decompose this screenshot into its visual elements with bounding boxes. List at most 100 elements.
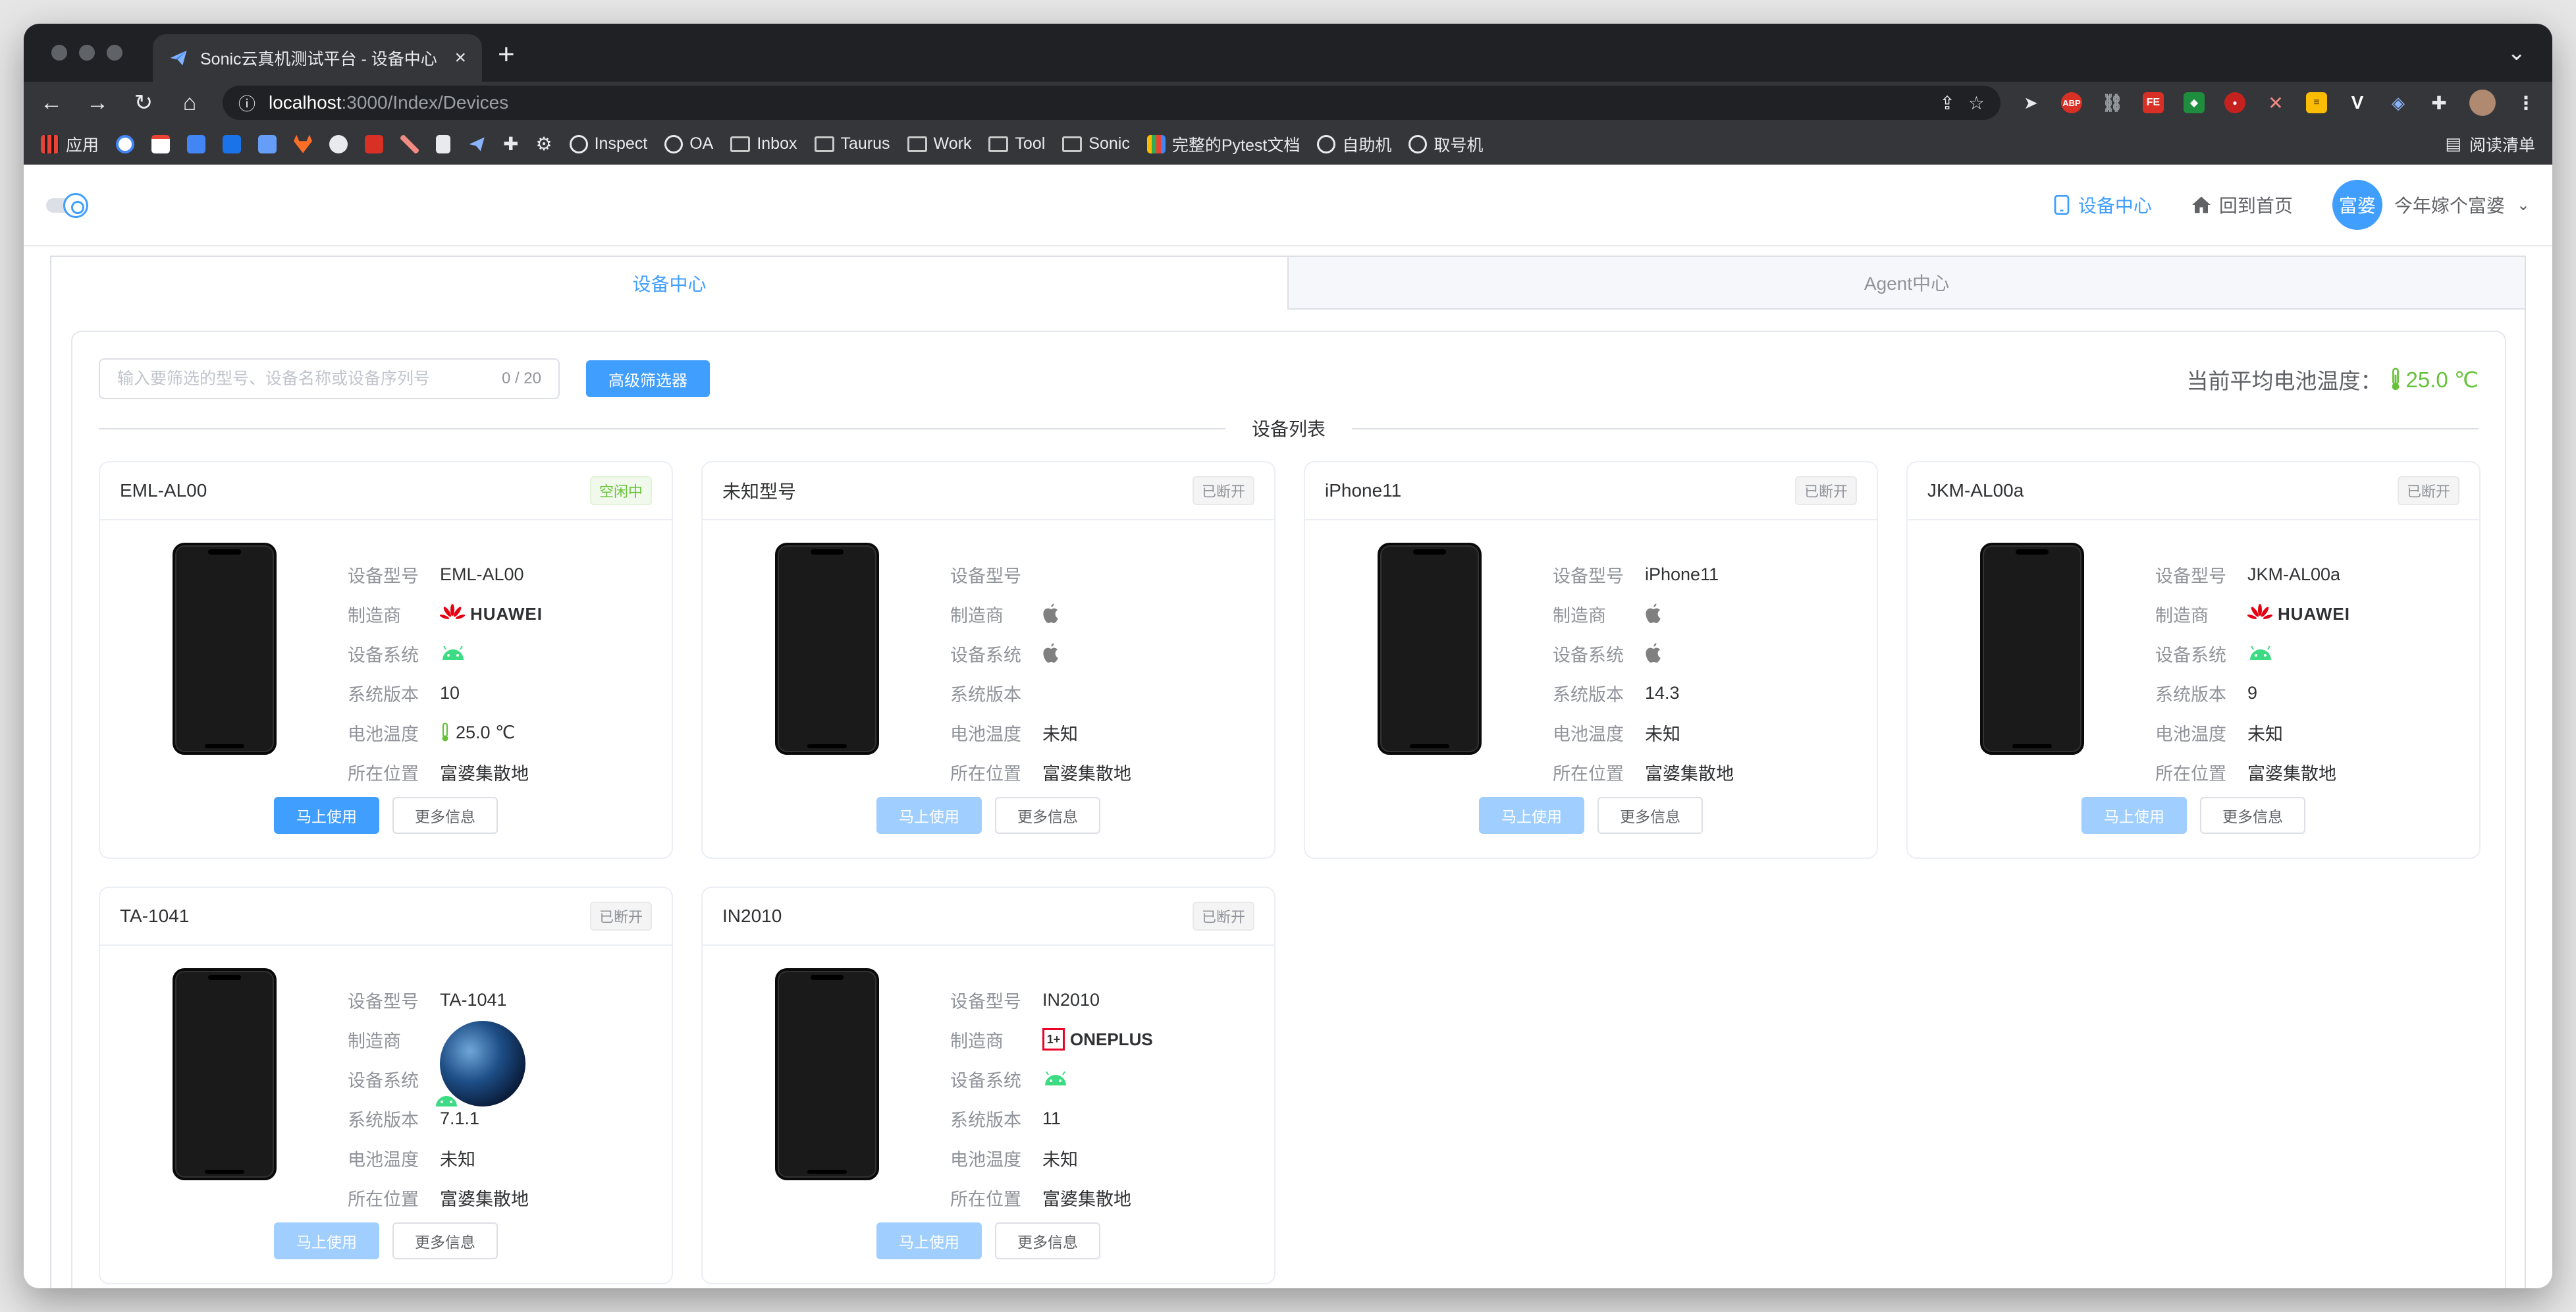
device-card: JKM-AL00a 已断开 设备型号 JKM-AL00a 制造商 HUAWEI bbox=[1906, 461, 2481, 859]
chevron-down-icon: ⌄ bbox=[2516, 196, 2530, 214]
site-info-icon[interactable]: ⓘ bbox=[238, 91, 255, 115]
info-value: 富婆集散地 bbox=[1042, 1189, 1131, 1209]
info-key: 系统版本 bbox=[348, 684, 419, 705]
search-input[interactable] bbox=[117, 369, 502, 389]
puzzle-extensions-icon[interactable]: ✚ bbox=[2428, 92, 2450, 113]
bookmark-gitlab[interactable] bbox=[294, 134, 313, 153]
info-row-os: 设备系统 bbox=[950, 634, 1131, 673]
device-card: IN2010 已断开 设备型号 IN2010 制造商 1+ ONEPLUS 设备… bbox=[701, 887, 1275, 1284]
bookmark-self-service[interactable]: 自助机 bbox=[1317, 132, 1391, 156]
bookmark-doc[interactable] bbox=[436, 134, 451, 153]
bookmark-settings[interactable]: ⚙ bbox=[535, 133, 552, 155]
bookmark-plane[interactable] bbox=[468, 135, 486, 153]
use-now-button[interactable]: 马上使用 bbox=[274, 797, 379, 834]
tab-agent-center[interactable]: Agent中心 bbox=[1289, 257, 2525, 310]
reload-icon[interactable]: ↻ bbox=[130, 90, 157, 116]
use-now-button[interactable]: 马上使用 bbox=[876, 797, 982, 834]
user-menu[interactable]: 富婆 今年嫁个富婆 ⌄ bbox=[2332, 180, 2530, 230]
info-key: 电池温度 bbox=[2155, 724, 2226, 744]
close-window-icon[interactable] bbox=[51, 45, 67, 61]
info-key: 设备系统 bbox=[950, 1070, 1021, 1091]
bookmark-puzzle[interactable]: ✚ bbox=[503, 133, 518, 155]
use-now-button[interactable]: 马上使用 bbox=[876, 1222, 982, 1259]
bookmark-google[interactable] bbox=[116, 134, 135, 153]
info-row-os: 设备系统 bbox=[1553, 634, 1734, 673]
window-controls[interactable] bbox=[51, 45, 122, 61]
info-row-location: 所在位置 富婆集散地 bbox=[348, 752, 543, 792]
more-info-button[interactable]: 更多信息 bbox=[392, 1222, 498, 1259]
nav-back-home[interactable]: 回到首页 bbox=[2191, 192, 2293, 218]
bookmark-apps[interactable]: 应用 bbox=[41, 132, 99, 156]
nav-device-center[interactable]: 设备中心 bbox=[2053, 192, 2152, 218]
advanced-filter-button[interactable]: 高级筛选器 bbox=[586, 360, 710, 397]
thermometer-icon bbox=[2392, 368, 2399, 391]
bookmark-docs[interactable] bbox=[258, 134, 277, 153]
tab-device-center[interactable]: 设备中心 bbox=[51, 257, 1289, 310]
tab-search-chevron-icon[interactable]: ⌄ bbox=[2508, 40, 2527, 66]
bookmark-gmail[interactable] bbox=[151, 134, 171, 153]
avg-temp-label: 当前平均电池温度： bbox=[2186, 369, 2382, 393]
use-now-button[interactable]: 马上使用 bbox=[2081, 797, 2187, 834]
more-info-button[interactable]: 更多信息 bbox=[392, 797, 498, 834]
more-info-button[interactable]: 更多信息 bbox=[2200, 797, 2305, 834]
shield-extension-icon[interactable]: ◆ bbox=[2184, 92, 2205, 113]
record-extension-icon[interactable]: ● bbox=[2224, 92, 2245, 113]
minimize-window-icon[interactable] bbox=[79, 45, 95, 61]
note-extension-icon[interactable]: ≡ bbox=[2306, 92, 2327, 113]
more-info-button[interactable]: 更多信息 bbox=[995, 797, 1100, 834]
use-now-button[interactable]: 马上使用 bbox=[1479, 797, 1584, 834]
forward-icon[interactable]: → bbox=[84, 90, 111, 116]
new-tab-icon[interactable]: + bbox=[498, 38, 515, 71]
bookmark-photos[interactable] bbox=[187, 134, 206, 153]
profile-avatar[interactable] bbox=[2469, 90, 2496, 116]
more-info-button[interactable]: 更多信息 bbox=[995, 1222, 1100, 1259]
bookmark-take-number[interactable]: 取号机 bbox=[1409, 132, 1483, 156]
bookmark-g[interactable] bbox=[365, 134, 384, 153]
bookmark-work[interactable]: Work bbox=[907, 134, 971, 153]
cursor-extension-icon[interactable]: ➤ bbox=[2020, 92, 2041, 113]
reading-list[interactable]: ▤ 阅读清单 bbox=[2445, 132, 2535, 156]
user-avatar[interactable]: 富婆 bbox=[2332, 180, 2382, 230]
document-icon bbox=[436, 134, 451, 153]
theme-toggle-switch[interactable] bbox=[46, 193, 92, 218]
bookmark-tools[interactable] bbox=[400, 134, 419, 153]
bookmark-github[interactable] bbox=[329, 134, 348, 153]
bookmark-oa[interactable]: OA bbox=[664, 134, 713, 153]
use-now-button[interactable]: 马上使用 bbox=[274, 1222, 379, 1259]
maximize-window-icon[interactable] bbox=[107, 45, 122, 61]
gem-extension-icon[interactable]: ◈ bbox=[2388, 92, 2409, 113]
status-badge: 空闲中 bbox=[589, 476, 652, 505]
fe-extension-icon[interactable]: FE bbox=[2143, 92, 2164, 113]
bookmark-sonic[interactable]: Sonic bbox=[1062, 134, 1130, 153]
apple-icon bbox=[1043, 643, 1058, 663]
home-icon[interactable]: ⌂ bbox=[176, 90, 203, 116]
huawei-logo: HUAWEI bbox=[2247, 604, 2350, 624]
link-extension-icon[interactable]: ⛓ bbox=[2102, 92, 2124, 113]
vue-extension-icon[interactable]: V bbox=[2347, 92, 2368, 113]
share-icon[interactable]: ⇪ bbox=[1939, 92, 1954, 114]
bookmark-pytest[interactable]: 完整的Pytest文档 bbox=[1146, 132, 1300, 156]
close-tab-icon[interactable]: × bbox=[454, 47, 466, 69]
bookmark-translate[interactable] bbox=[223, 134, 242, 153]
tools-extension-icon[interactable]: ✕ bbox=[2265, 92, 2286, 113]
more-info-button[interactable]: 更多信息 bbox=[1597, 797, 1703, 834]
card-header: iPhone11 已断开 bbox=[1305, 462, 1877, 520]
header-nav: 设备中心 回到首页 富婆 今年嫁个富婆 ⌄ bbox=[2053, 180, 2530, 230]
info-value: 14.3 bbox=[1645, 682, 1680, 703]
bookmark-star-icon[interactable]: ☆ bbox=[1968, 92, 1985, 114]
info-key: 系统版本 bbox=[950, 684, 1021, 705]
bookmark-tool[interactable]: Tool bbox=[988, 134, 1045, 153]
bookmark-taurus[interactable]: Taurus bbox=[814, 134, 890, 153]
device-name: JKM-AL00a bbox=[1927, 480, 2024, 501]
search-field[interactable]: 0 / 20 bbox=[99, 358, 560, 399]
adblock-extension-icon[interactable]: ABP bbox=[2061, 92, 2082, 113]
camera-icon bbox=[187, 134, 206, 153]
oneplus-box-icon: 1+ bbox=[1042, 1028, 1065, 1051]
address-bar[interactable]: ⓘ localhost:3000/Index/Devices ⇪ ☆ bbox=[223, 86, 2000, 120]
info-key: 电池温度 bbox=[950, 1149, 1021, 1170]
back-icon[interactable]: ← bbox=[38, 90, 65, 116]
browser-tab[interactable]: Sonic云真机测试平台 - 设备中心 × bbox=[153, 34, 482, 82]
menu-kebab-icon[interactable]: ⋮ bbox=[2515, 92, 2536, 113]
bookmark-inbox[interactable]: Inbox bbox=[730, 134, 797, 153]
bookmark-inspect[interactable]: Inspect bbox=[569, 134, 647, 153]
